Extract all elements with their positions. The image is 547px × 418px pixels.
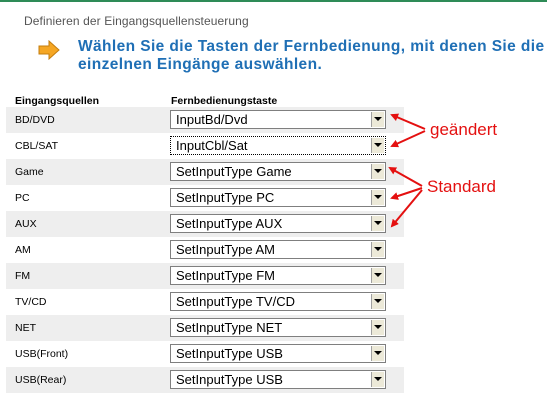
select-value: SetInputType Game: [176, 164, 292, 179]
source-label: AM: [15, 244, 31, 256]
select-value: InputCbl/Sat: [176, 138, 248, 153]
select-value: SetInputType AM: [176, 242, 276, 257]
chevron-down-icon: [374, 247, 382, 251]
remote-key-select[interactable]: SetInputType FM: [170, 266, 386, 285]
table-row: NET SetInputType NET: [0, 315, 547, 341]
select-value: SetInputType NET: [176, 320, 283, 335]
remote-key-select[interactable]: SetInputType PC: [170, 188, 386, 207]
dropdown-button[interactable]: [371, 372, 384, 387]
dropdown-button[interactable]: [371, 190, 384, 205]
table-row: TV/CD SetInputType TV/CD: [0, 289, 547, 315]
arrow-right-icon: [38, 40, 60, 60]
remote-key-select[interactable]: InputCbl/Sat: [170, 136, 386, 155]
dropdown-button[interactable]: [371, 294, 384, 309]
chevron-down-icon: [374, 273, 382, 277]
dropdown-button[interactable]: [371, 138, 384, 153]
dropdown-button[interactable]: [371, 346, 384, 361]
source-label: FM: [15, 270, 31, 282]
source-label: PC: [15, 192, 30, 204]
select-value: SetInputType USB: [176, 372, 283, 387]
table-row: FM SetInputType FM: [0, 263, 547, 289]
remote-key-select[interactable]: SetInputType AM: [170, 240, 386, 259]
chevron-down-icon: [374, 351, 382, 355]
chevron-down-icon: [374, 377, 382, 381]
table-row: AUX SetInputType AUX: [0, 211, 547, 237]
select-value: SetInputType TV/CD: [176, 294, 295, 309]
chevron-down-icon: [374, 299, 382, 303]
select-value: SetInputType USB: [176, 346, 283, 361]
dropdown-button[interactable]: [371, 112, 384, 127]
table-row: AM SetInputType AM: [0, 237, 547, 263]
remote-key-select[interactable]: InputBd/Dvd: [170, 110, 386, 129]
dropdown-button[interactable]: [371, 164, 384, 179]
table-row: USB(Front) SetInputType USB: [0, 341, 547, 367]
column-header-source: Eingangsquellen: [15, 95, 100, 107]
chevron-down-icon: [374, 117, 382, 121]
dropdown-button[interactable]: [371, 242, 384, 257]
select-value: SetInputType FM: [176, 268, 275, 283]
dropdown-button[interactable]: [371, 268, 384, 283]
section-title: Definieren der Eingangsquellensteuerung: [24, 14, 249, 28]
remote-key-select[interactable]: SetInputType AUX: [170, 214, 386, 233]
dropdown-button[interactable]: [371, 216, 384, 231]
chevron-down-icon: [374, 195, 382, 199]
dropdown-button[interactable]: [371, 320, 384, 335]
annotation-standard-label: Standard: [427, 177, 496, 196]
select-value: InputBd/Dvd: [176, 112, 248, 127]
remote-key-select[interactable]: SetInputType USB: [170, 344, 386, 363]
chevron-down-icon: [374, 169, 382, 173]
top-border: [0, 0, 547, 2]
chevron-down-icon: [374, 221, 382, 225]
select-value: SetInputType AUX: [176, 216, 283, 231]
source-label: CBL/SAT: [15, 140, 58, 152]
source-label: NET: [15, 322, 36, 334]
source-label: AUX: [15, 218, 37, 230]
source-label: Game: [15, 166, 44, 178]
source-label: BD/DVD: [15, 114, 55, 126]
table-row: USB(Rear) SetInputType USB: [0, 367, 547, 393]
remote-key-select[interactable]: SetInputType Game: [170, 162, 386, 181]
column-header-key: Fernbedienungstaste: [171, 95, 278, 107]
remote-key-select[interactable]: SetInputType NET: [170, 318, 386, 337]
annotation-changed-label: geändert: [430, 120, 498, 139]
instruction-text: Wählen Sie die Tasten der Fernbedienung,…: [78, 38, 545, 73]
source-label: USB(Front): [15, 348, 69, 360]
select-value: SetInputType PC: [176, 190, 275, 205]
chevron-down-icon: [374, 143, 382, 147]
chevron-down-icon: [374, 325, 382, 329]
source-label: TV/CD: [15, 296, 47, 308]
remote-key-select[interactable]: SetInputType USB: [170, 370, 386, 389]
source-label: USB(Rear): [15, 374, 67, 386]
remote-key-select[interactable]: SetInputType TV/CD: [170, 292, 386, 311]
